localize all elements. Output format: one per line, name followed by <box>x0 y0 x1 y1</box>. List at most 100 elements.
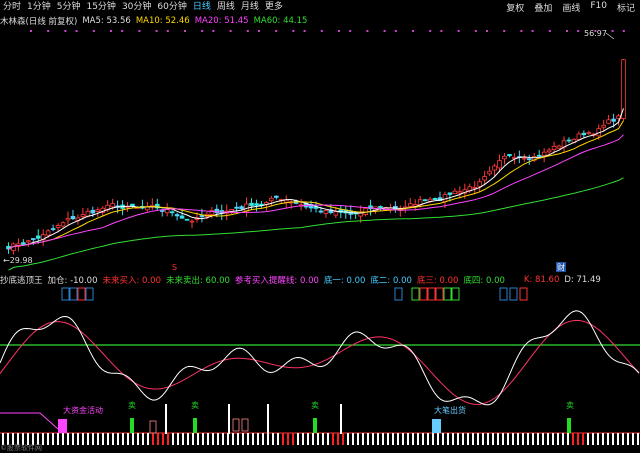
candle-body <box>378 206 383 209</box>
axis-tick <box>372 433 374 445</box>
signal-dot <box>303 30 306 32</box>
candle-body <box>80 214 86 217</box>
candle-body <box>55 225 61 228</box>
axis-tick <box>352 433 354 445</box>
signal-dot <box>412 30 414 32</box>
tab-monthly[interactable]: 月线 <box>238 0 262 14</box>
axis-tick <box>572 433 574 445</box>
axis-tick <box>462 433 464 445</box>
axis-tick <box>302 433 304 445</box>
tab-60min[interactable]: 60分钟 <box>154 0 189 14</box>
low-price-label: ←29.98 <box>3 256 33 265</box>
candle-body <box>239 206 244 210</box>
candle-body <box>447 192 453 195</box>
overlay-button[interactable]: 叠加 <box>529 1 557 14</box>
signal-dot <box>366 30 369 32</box>
ind-v7: 底三: 0.00 <box>416 276 459 286</box>
candle-body <box>502 155 507 160</box>
axis-tick <box>147 433 149 445</box>
k-line <box>0 310 640 406</box>
signal-dot <box>440 30 443 32</box>
axis-tick <box>602 433 604 445</box>
signal-box <box>69 287 78 301</box>
tab-fenshi[interactable]: 分时 <box>0 0 24 14</box>
candle-body <box>581 132 587 136</box>
candle-body <box>477 181 482 187</box>
candle-body <box>586 132 592 134</box>
high-price-label: 56.97 <box>584 29 607 38</box>
candle-body <box>249 202 254 207</box>
axis-tick <box>547 433 549 445</box>
candle-body <box>174 214 180 217</box>
signal-dot <box>611 30 614 32</box>
candle-body <box>318 210 324 213</box>
axis-tick <box>542 433 544 445</box>
axis-tick <box>382 433 384 445</box>
f10-button[interactable]: F10 <box>585 1 612 14</box>
axis-tick <box>527 433 529 445</box>
candle-body <box>199 215 205 218</box>
volume-marker <box>340 404 342 434</box>
axis-tick <box>592 433 594 445</box>
axis-tick <box>247 433 249 445</box>
candle-body <box>611 118 616 122</box>
ind-v6: 底二: 0.00 <box>370 276 412 286</box>
mark-button[interactable]: 标记 <box>612 1 640 14</box>
candle-body <box>21 242 26 245</box>
draw-line-button[interactable]: 画线 <box>557 1 585 14</box>
tab-1min[interactable]: 1分钟 <box>24 0 54 14</box>
sell-label: 卖 <box>566 401 574 410</box>
axis-tick <box>322 433 324 445</box>
axis-tick <box>107 433 109 445</box>
axis-tick <box>282 433 284 445</box>
axis-tick <box>202 433 204 445</box>
sell-bar <box>567 418 571 433</box>
tab-15min[interactable]: 15分钟 <box>83 0 118 14</box>
axis-tick <box>287 433 289 445</box>
candle-body <box>323 210 329 214</box>
axis-tick <box>67 433 69 445</box>
axis-tick <box>567 433 569 445</box>
axis-tick <box>242 433 244 445</box>
tab-more[interactable]: 更多 <box>262 0 286 14</box>
axis-tick <box>617 433 619 445</box>
candle-body <box>452 190 458 195</box>
signal-dot <box>457 30 460 32</box>
ma-line <box>8 120 624 250</box>
candle-body <box>472 186 477 189</box>
signal-box <box>427 287 436 301</box>
candle-body <box>65 218 71 221</box>
candle-body <box>164 209 170 214</box>
fuquan-button[interactable]: 复权 <box>501 1 529 14</box>
tab-5min[interactable]: 5分钟 <box>54 0 84 14</box>
signal-dot <box>275 30 278 32</box>
sell-bar <box>313 418 317 433</box>
signal-dot <box>166 30 169 32</box>
axis-tick <box>517 433 519 445</box>
tab-daily[interactable]: 日线 <box>190 0 214 14</box>
candle-body <box>169 211 175 214</box>
axis-tick <box>447 433 449 445</box>
signal-dot <box>520 30 523 32</box>
axis-tick <box>442 433 444 445</box>
candle-body <box>333 211 339 216</box>
candle-body <box>497 160 502 169</box>
tab-30min[interactable]: 30分钟 <box>119 0 154 14</box>
ind-v8: 底四: 0.00 <box>463 276 505 286</box>
candlestick-chart[interactable]: 56.97 ←29.98 S 财 <box>0 27 640 273</box>
signal-dot <box>184 30 186 32</box>
axis-tick <box>402 433 404 445</box>
ma5-value: MA5: 53.56 <box>82 16 131 26</box>
indicator-chart[interactable]: 大资金活动 大笔出货 卖 卖 卖 卖 <box>0 286 640 453</box>
candle-body <box>50 228 56 231</box>
axis-tick <box>417 433 419 445</box>
signal-box <box>435 287 444 301</box>
axis-tick <box>332 433 334 445</box>
signal-dot <box>92 30 95 32</box>
candle-body <box>363 207 368 216</box>
candle-body <box>234 206 239 209</box>
axis-tick <box>397 433 399 445</box>
signal-dot <box>138 30 141 32</box>
axis-tick <box>587 433 589 445</box>
tab-weekly[interactable]: 周线 <box>214 0 238 14</box>
